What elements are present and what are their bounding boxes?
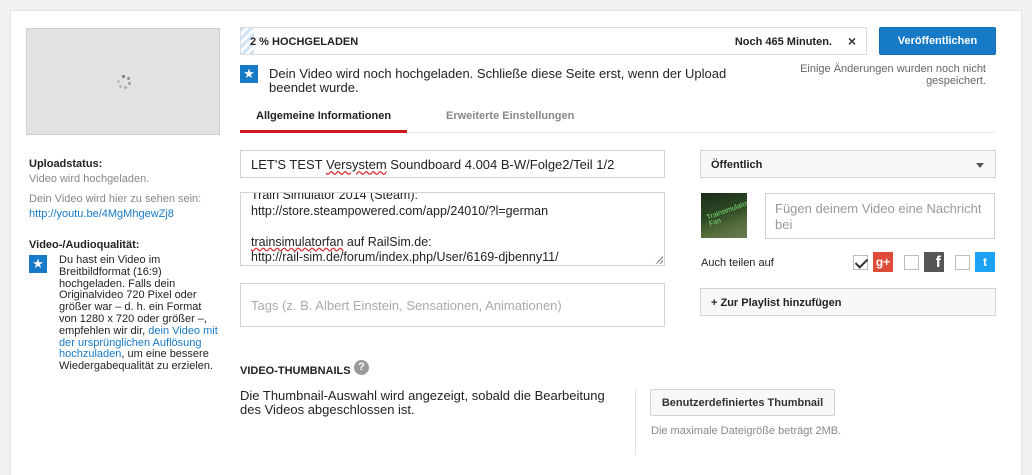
description-text: Train Simulator 2014 (Steam): http://sto… <box>251 192 559 265</box>
loading-spinner-icon <box>117 75 131 89</box>
upload-status-label: Uploadstatus: <box>29 158 103 170</box>
video-thumbnails-heading: VIDEO-THUMBNAILS <box>240 365 351 377</box>
add-to-playlist-button[interactable]: + Zur Playlist hinzufügen <box>700 288 996 316</box>
share-googleplus-checkbox[interactable] <box>853 255 868 270</box>
resize-grip-icon[interactable] <box>655 256 663 264</box>
googleplus-icon[interactable]: g+ <box>873 252 893 272</box>
info-star-icon: ★ <box>29 255 47 273</box>
share-message-input[interactable]: Fügen deinem Video eine Nachricht bei <box>765 193 995 239</box>
title-text-a: LET'S TEST <box>251 157 326 172</box>
title-text-b: Soundboard 4.004 B-W/Folge2/Teil 1/2 <box>386 157 615 172</box>
tab-general-info[interactable]: Allgemeine Informationen <box>240 105 408 133</box>
unsaved-changes-note: Einige Änderungen wurden noch nicht gesp… <box>800 63 986 87</box>
facebook-icon[interactable]: f <box>924 252 944 272</box>
channel-thumbnail-text: Trainsimulator Fan <box>705 199 747 229</box>
description-line: Train Simulator 2014 (Steam): <box>251 192 418 202</box>
tab-advanced-settings[interactable]: Erweiterte Einstellungen <box>446 105 574 133</box>
video-url-link[interactable]: http://youtu.be/4MgMhgewZj8 <box>29 208 174 220</box>
description-line: auf RailSim.de: <box>343 234 432 249</box>
upload-time-remaining: Noch 465 Minuten. <box>734 36 832 48</box>
description-line: http://store.steampowered.com/app/24010/… <box>251 203 549 218</box>
upload-progress-percent: 2 % HOCHGELADEN <box>250 36 359 48</box>
upload-in-progress-message: Dein Video wird noch hochgeladen. Schlie… <box>269 66 727 95</box>
description-misspelled-word: trainsimulatorfan <box>251 234 344 249</box>
tab-bar: Allgemeine Informationen Erweiterte Eins… <box>240 105 995 133</box>
help-question-icon[interactable]: ? <box>354 360 369 375</box>
privacy-dropdown[interactable]: Öffentlich <box>700 150 996 178</box>
chevron-down-icon <box>976 163 984 168</box>
max-file-size-note: Die maximale Dateigröße beträgt 2MB. <box>651 425 842 437</box>
channel-thumbnail: Trainsimulator Fan <box>701 193 747 238</box>
video-location-label: Dein Video wird hier zu sehen sein: <box>29 193 202 205</box>
twitter-icon[interactable]: t <box>975 252 995 272</box>
upload-progress-bar: 2 % HOCHGELADEN Noch 465 Minuten. × <box>240 27 867 55</box>
cancel-upload-close-icon[interactable]: × <box>848 33 856 49</box>
custom-thumbnail-button[interactable]: Benutzerdefiniertes Thumbnail <box>650 389 835 416</box>
quality-label: Video-/Audioqualität: <box>29 239 140 251</box>
tags-input[interactable]: Tags (z. B. Albert Einstein, Sensationen… <box>240 283 665 327</box>
share-twitter-checkbox[interactable] <box>955 255 970 270</box>
also-share-label: Auch teilen auf <box>701 257 774 269</box>
description-line: http://rail-sim.de/forum/index.php/User/… <box>251 250 559 264</box>
quality-notice-text: Du hast ein Video im Breitbildformat (16… <box>59 254 219 373</box>
privacy-selected-value: Öffentlich <box>711 159 763 171</box>
video-description-textarea[interactable]: Train Simulator 2014 (Steam): http://sto… <box>240 192 665 266</box>
thumbnails-pending-message: Die Thumbnail-Auswahl wird angezeigt, so… <box>240 388 605 417</box>
video-title-input[interactable]: LET'S TEST Versystem Soundboard 4.004 B-… <box>240 150 665 178</box>
share-facebook-checkbox[interactable] <box>904 255 919 270</box>
info-star-icon: ★ <box>240 65 258 83</box>
publish-button[interactable]: Veröffentlichen <box>879 27 996 55</box>
divider <box>635 389 636 455</box>
upload-status-value: Video wird hochgeladen. <box>29 173 150 185</box>
upload-card: Uploadstatus: Video wird hochgeladen. De… <box>10 10 1022 475</box>
title-text-misspelled: Versystem <box>325 157 387 172</box>
video-preview <box>26 28 220 135</box>
